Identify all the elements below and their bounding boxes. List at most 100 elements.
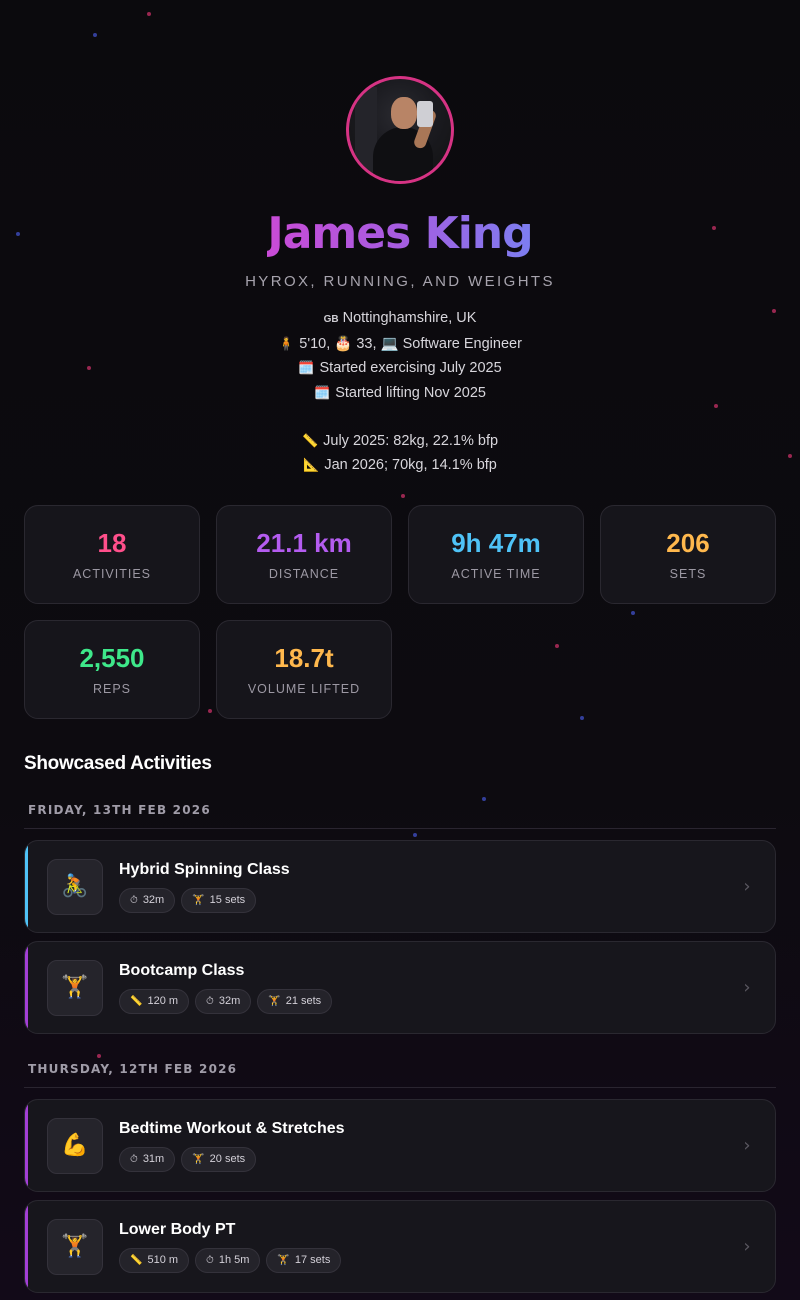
measurement-line-2: 📐 Jan 2026; 70kg, 14.1% bfp bbox=[0, 453, 800, 477]
activity-chips: 📏 510 m ⏱ 1h 5m 🏋️ 17 sets bbox=[119, 1247, 727, 1273]
stat-value: 18.7t bbox=[274, 643, 334, 673]
weightlifter-icon: 🏋️ bbox=[47, 1218, 103, 1275]
activity-chips: ⏱ 32m 🏋️ 15 sets bbox=[119, 887, 727, 913]
stat-card-activities: 18 ACTIVITIES bbox=[24, 505, 200, 604]
ruler-icon: 📏 bbox=[301, 432, 319, 448]
stat-label: DISTANCE bbox=[268, 567, 340, 581]
stat-value: 206 bbox=[666, 528, 710, 558]
activity-chip: 📏 120 m bbox=[119, 988, 190, 1014]
activity-title: Bootcamp Class bbox=[119, 961, 245, 979]
measurement-text-1: July 2025: 82kg, 22.1% bfp bbox=[323, 432, 499, 449]
stat-card-distance: 21.1 km DISTANCE bbox=[216, 505, 392, 604]
stat-label: REPS bbox=[92, 682, 132, 696]
avatar[interactable] bbox=[346, 76, 454, 184]
location-text: Nottinghamshire, UK bbox=[342, 310, 477, 326]
chip-text: 17 sets bbox=[294, 1254, 331, 1266]
activity-card[interactable]: 🚴 Hybrid Spinning Class ⏱ 32m 🏋️ 15 sets › bbox=[24, 840, 776, 933]
activity-card[interactable]: 🏋️ Lower Body PT 📏 510 m ⏱ 1h 5m 🏋️ 17 sets › bbox=[24, 1200, 776, 1293]
activity-card[interactable]: 🏋️ Bootcamp Class 📏 120 m ⏱ 32m 🏋️ 21 sets › bbox=[24, 941, 776, 1034]
details-line: 🧍 5'10, 🎂 33, 💻 Software Engineer bbox=[0, 332, 800, 356]
stat-label: VOLUME LIFTED bbox=[247, 682, 361, 696]
activity-title: Bedtime Workout & Stretches bbox=[119, 1119, 345, 1137]
chip-text: 1h 5m bbox=[218, 1254, 250, 1266]
activity-chip: 🏋️ 20 sets bbox=[181, 1146, 257, 1172]
weightlifter-icon: 🏋️ bbox=[192, 894, 205, 906]
activity-chips: ⏱ 31m 🏋️ 20 sets bbox=[119, 1146, 727, 1172]
showcase-title: Showcased Activities bbox=[24, 753, 212, 774]
stat-value: 2,550 bbox=[79, 643, 145, 673]
chevron-right-icon[interactable]: › bbox=[727, 1135, 767, 1156]
chip-text: 510 m bbox=[147, 1254, 179, 1266]
stat-card-reps: 2,550 REPS bbox=[24, 620, 200, 719]
stat-label: SETS bbox=[669, 567, 707, 581]
calendar-icon: 🗓️ bbox=[298, 360, 315, 376]
measurement-line-1: 📏 July 2025: 82kg, 22.1% bfp bbox=[0, 429, 800, 453]
activity-title: Lower Body PT bbox=[119, 1220, 236, 1238]
started-exercising-text: Started exercising July 2025 bbox=[319, 360, 502, 377]
activity-card[interactable]: 💪 Bedtime Workout & Stretches ⏱ 31m 🏋️ 20 set… bbox=[24, 1099, 776, 1192]
profile-tagline: HYROX, RUNNING, AND WEIGHTS bbox=[245, 273, 555, 290]
stat-value: 18 bbox=[97, 528, 127, 558]
stopwatch-icon: ⏱ bbox=[130, 894, 138, 906]
profile-name: James King bbox=[267, 208, 533, 259]
date-header: THURSDAY, 12TH FEB 2026 bbox=[24, 1062, 776, 1088]
started-exercising-line: 🗓️ Started exercising July 2025 bbox=[0, 356, 800, 380]
chevron-right-icon[interactable]: › bbox=[727, 1236, 767, 1257]
started-lifting-line: 🗓️ Started lifting Nov 2025 bbox=[0, 381, 800, 405]
activity-chips: 📏 120 m ⏱ 32m 🏋️ 21 sets bbox=[119, 988, 727, 1014]
activity-chip: 🏋️ 15 sets bbox=[181, 887, 257, 913]
measurement-text-2: Jan 2026; 70kg, 14.1% bfp bbox=[324, 457, 497, 474]
weightlifter-icon: 🏋️ bbox=[268, 995, 281, 1007]
activity-meta: Lower Body PT 📏 510 m ⏱ 1h 5m 🏋️ 17 sets bbox=[119, 1221, 727, 1273]
stat-card-sets: 206 SETS bbox=[600, 505, 776, 604]
stat-label: ACTIVITIES bbox=[72, 567, 152, 581]
person-icon: 🧍 bbox=[278, 336, 295, 352]
chip-text: 15 sets bbox=[209, 894, 246, 906]
chip-text: 32m bbox=[142, 894, 165, 906]
weightlifter-icon: 🏋️ bbox=[47, 959, 103, 1016]
activity-meta: Bedtime Workout & Stretches ⏱ 31m 🏋️ 20 sets bbox=[119, 1120, 727, 1172]
cyclist-icon: 🚴 bbox=[47, 858, 103, 915]
activity-chip: ⏱ 32m bbox=[119, 887, 176, 913]
stat-card-volume-lifted: 18.7t VOLUME LIFTED bbox=[216, 620, 392, 719]
activity-meta: Bootcamp Class 📏 120 m ⏱ 32m 🏋️ 21 sets bbox=[119, 962, 727, 1014]
stat-value: 21.1 km bbox=[256, 528, 352, 558]
stopwatch-icon: ⏱ bbox=[130, 1153, 138, 1165]
chevron-right-icon[interactable]: › bbox=[727, 977, 767, 998]
chip-text: 120 m bbox=[147, 995, 179, 1007]
flexed-bicep-icon: 💪 bbox=[47, 1117, 103, 1174]
activity-chip: 🏋️ 17 sets bbox=[266, 1247, 342, 1273]
stats-grid: 18 ACTIVITIES 21.1 km DISTANCE 9h 47m ACTIVE … bbox=[24, 505, 776, 719]
location-line: GB Nottinghamshire, UK bbox=[0, 306, 800, 332]
profile-page: James King HYROX, RUNNING, AND WEIGHTS G… bbox=[0, 0, 800, 1300]
activity-chip: 📏 510 m bbox=[119, 1247, 190, 1273]
date-header: FRIDAY, 13TH FEB 2026 bbox=[24, 803, 776, 829]
calendar-icon: 🗓️ bbox=[314, 384, 331, 400]
activity-chip: ⏱ 1h 5m bbox=[195, 1247, 261, 1273]
flag-icon: GB bbox=[323, 314, 339, 325]
activity-meta: Hybrid Spinning Class ⏱ 32m 🏋️ 15 sets bbox=[119, 861, 727, 913]
activity-chip: 🏋️ 21 sets bbox=[257, 988, 333, 1014]
ruler-icon: 📏 bbox=[130, 1254, 143, 1266]
profile-header: James King HYROX, RUNNING, AND WEIGHTS G… bbox=[0, 0, 800, 477]
started-lifting-text: Started lifting Nov 2025 bbox=[335, 384, 486, 401]
weightlifter-icon: 🏋️ bbox=[192, 1153, 205, 1165]
activity-title: Hybrid Spinning Class bbox=[119, 860, 290, 878]
chip-text: 31m bbox=[142, 1153, 165, 1165]
stat-label: ACTIVE TIME bbox=[451, 567, 541, 581]
activity-accent-bar bbox=[25, 1201, 28, 1292]
activity-accent-bar bbox=[25, 942, 28, 1033]
chip-text: 20 sets bbox=[209, 1153, 246, 1165]
triangular-ruler-icon: 📐 bbox=[303, 457, 320, 473]
chip-text: 21 sets bbox=[285, 995, 322, 1007]
activity-accent-bar bbox=[25, 841, 28, 932]
ruler-icon: 📏 bbox=[130, 995, 143, 1007]
details-text: 5'10, 🎂 33, 💻 Software Engineer bbox=[299, 336, 522, 353]
stat-value: 9h 47m bbox=[451, 528, 541, 558]
chip-text: 32m bbox=[218, 995, 241, 1007]
activity-chip: ⏱ 32m bbox=[195, 988, 252, 1014]
chevron-right-icon[interactable]: › bbox=[727, 876, 767, 897]
stopwatch-icon: ⏱ bbox=[206, 995, 214, 1007]
weightlifter-icon: 🏋️ bbox=[277, 1254, 290, 1266]
profile-info: GB Nottinghamshire, UK 🧍 5'10, 🎂 33, 💻 Sof… bbox=[0, 306, 800, 477]
